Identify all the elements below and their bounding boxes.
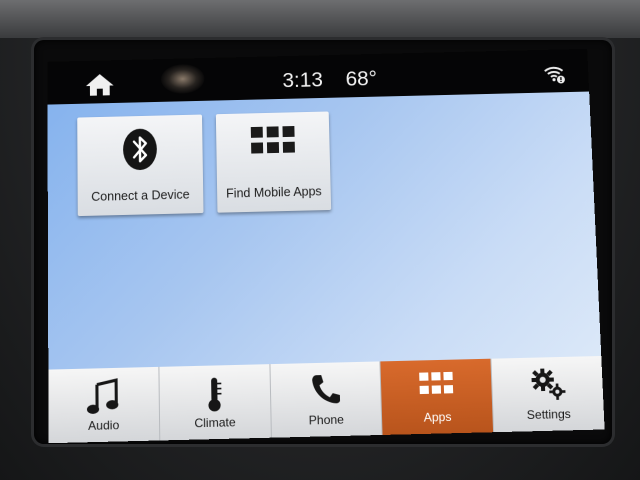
find-mobile-apps-label: Find Mobile Apps: [217, 184, 331, 201]
find-mobile-apps-tile[interactable]: Find Mobile Apps: [216, 111, 331, 212]
connect-device-label: Connect a Device: [78, 187, 204, 204]
wifi-icon[interactable]: [542, 63, 567, 85]
dashboard-trim: [0, 0, 640, 38]
music-note-icon: [86, 378, 121, 421]
dock-label-apps: Apps: [382, 409, 493, 426]
dock-label-phone: Phone: [271, 411, 382, 428]
home-icon[interactable]: [85, 73, 115, 97]
grid-icon: [418, 370, 455, 403]
dock-label-settings: Settings: [493, 406, 604, 423]
connect-device-tile[interactable]: Connect a Device: [77, 115, 203, 217]
dock-label-audio: Audio: [48, 417, 158, 434]
outside-temperature: 68°: [345, 67, 377, 91]
bluetooth-icon: [121, 127, 159, 176]
dock-item-climate[interactable]: Climate: [159, 364, 271, 440]
clock: 3:13: [282, 69, 323, 93]
gears-icon: [529, 367, 567, 406]
phone-icon: [310, 373, 341, 412]
infotainment-screen: 3:13 68° Connect a Device Find Mobile Ap…: [47, 49, 604, 443]
dock-item-settings[interactable]: Settings: [492, 356, 605, 432]
thermometer-icon: [204, 375, 225, 417]
screen-glare: [161, 64, 205, 94]
bottom-dock: Audio Climate Phone Apps Settings: [48, 356, 604, 443]
dock-label-climate: Climate: [160, 414, 271, 431]
dock-item-apps[interactable]: Apps: [381, 359, 494, 435]
apps-workspace: Connect a Device Find Mobile Apps: [47, 92, 601, 370]
dock-item-phone[interactable]: Phone: [270, 361, 383, 437]
dock-item-audio[interactable]: Audio: [48, 367, 160, 443]
grid-icon: [250, 124, 296, 161]
